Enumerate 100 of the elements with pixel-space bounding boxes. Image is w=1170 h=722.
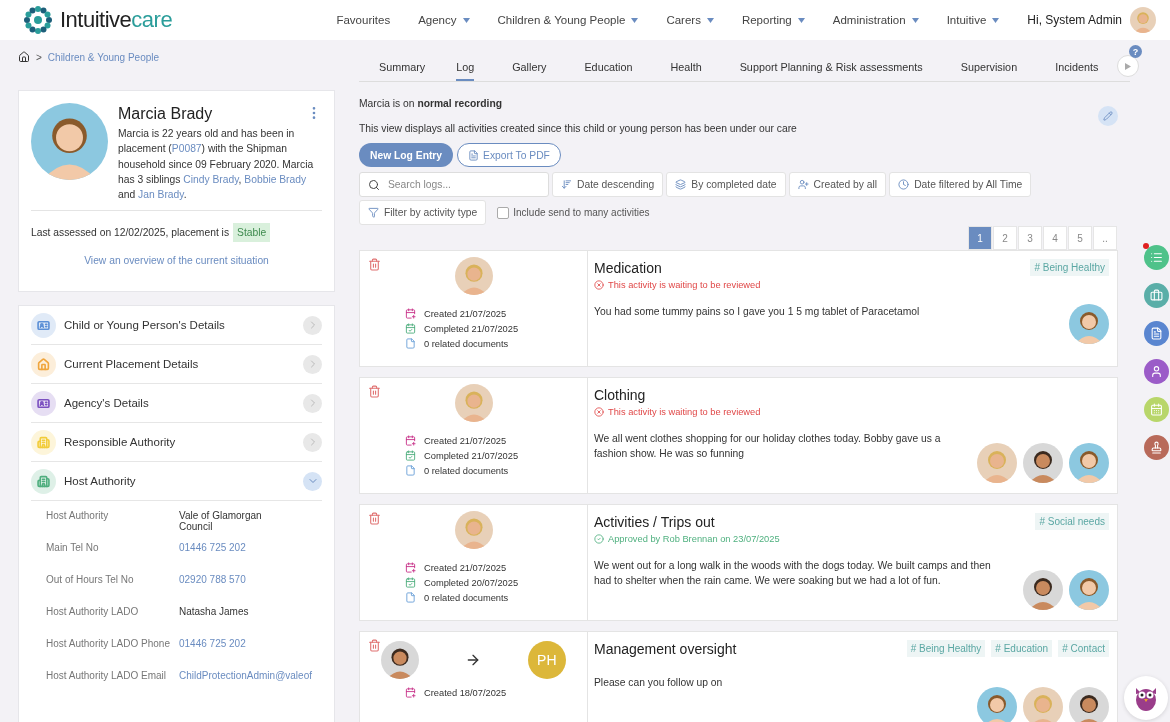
filter-button[interactable]: Filter by activity type (359, 200, 487, 225)
document-button[interactable] (1143, 321, 1169, 346)
export-button[interactable]: Export To PDF (457, 143, 561, 167)
entry-text: We went out for a long walk in the woods with the dogs today. We built camps and then had to shelter when the rain came. We were soaking but we had a lot of fun. (594, 559, 992, 588)
edit-button[interactable] (1098, 105, 1118, 126)
avatar (1023, 443, 1063, 483)
tab[interactable]: Summary (379, 61, 426, 81)
chevron-icon[interactable] (303, 472, 322, 491)
completed-date: Completed 21/07/2025 (424, 323, 519, 334)
trash-icon[interactable] (368, 639, 381, 652)
calendar-icon (405, 435, 416, 446)
calendar-check-icon (405, 450, 416, 461)
avatar (1023, 687, 1063, 722)
include-checkbox[interactable]: Include send to many activities (497, 206, 650, 219)
entry-title: Activities / Trips out (594, 514, 715, 530)
cross-circle-icon (594, 280, 604, 290)
profile-link[interactable]: Jan Brady (138, 189, 184, 201)
entry-text: Please can you follow up on (594, 676, 723, 690)
tab[interactable]: Health (670, 61, 702, 81)
tab[interactable]: Supervision (960, 61, 1018, 81)
tab[interactable]: Support Planning & Risk assessments (739, 61, 923, 81)
chevron-icon[interactable] (303, 355, 322, 374)
detail-link[interactable]: 01446 725 202 (179, 638, 322, 671)
chevron-icon[interactable] (303, 433, 322, 452)
calendar-icon (405, 562, 416, 573)
user-avatar (1130, 7, 1156, 33)
check-circle-icon (594, 534, 604, 544)
avatar (454, 384, 493, 422)
chevron-icon[interactable] (303, 394, 322, 413)
search-field[interactable]: Search logs... (359, 172, 549, 197)
calendar-button[interactable] (1143, 397, 1169, 422)
section-title: Responsible Authority (64, 436, 177, 449)
page-button[interactable]: 3 (1018, 226, 1042, 250)
detail-label: Host Authority LADO Email (46, 670, 168, 684)
initials-avatar: PH (527, 641, 566, 679)
chevron-icon[interactable] (303, 316, 322, 335)
status-badge: Stable (233, 223, 271, 243)
tab[interactable]: Incidents (1055, 61, 1099, 81)
list-button[interactable] (1143, 245, 1169, 270)
user-greeting: Hi, System Admin (1027, 13, 1122, 27)
user-add-icon (797, 179, 809, 190)
stamp-icon (1149, 441, 1163, 454)
stamp-button[interactable] (1143, 435, 1169, 460)
nav-item[interactable]: Intuitive (946, 14, 1000, 26)
nav-item[interactable]: Administration (832, 14, 919, 26)
page-button[interactable]: 5 (1068, 226, 1092, 250)
nav-item[interactable]: Favourites (336, 14, 391, 26)
tab[interactable]: Education (584, 61, 633, 81)
avatar (454, 511, 493, 549)
briefcase-button[interactable] (1143, 283, 1169, 308)
avatar (977, 443, 1017, 483)
trash-icon[interactable] (368, 258, 381, 271)
profile-link[interactable]: Cindy Brady (183, 173, 239, 185)
tab[interactable]: Gallery (512, 61, 547, 81)
created-date: Created 21/07/2025 (424, 308, 507, 319)
entry-text: You had some tummy pains so I gave you 1 5 mg tablet of Paracetamol (594, 305, 920, 319)
review-status: Approved by Rob Brennan on 23/07/2025 (608, 534, 780, 544)
page-button[interactable]: .. (1093, 226, 1117, 250)
overview-link[interactable]: View an overview of the current situation (31, 255, 322, 267)
detail-label: Host Authority (46, 510, 110, 524)
detail-value: Vale of Glamorgan Council (179, 510, 263, 535)
trash-icon[interactable] (368, 512, 381, 525)
briefcase-icon (1149, 289, 1163, 302)
pencil-icon (1103, 110, 1113, 121)
logo[interactable]: Intuitivecare (22, 4, 337, 36)
filter-button[interactable]: Date descending (552, 172, 664, 197)
avatar (381, 641, 420, 679)
nav-item[interactable]: Agency (418, 14, 470, 26)
assessment-text: Last assessed on 12/02/2025, placement is (31, 227, 230, 239)
section-title: Host Authority (64, 475, 137, 488)
notification-dot (1142, 243, 1149, 249)
tab[interactable]: Log (456, 61, 475, 81)
trash-icon[interactable] (368, 385, 381, 398)
person-button[interactable] (1143, 359, 1169, 384)
scroll-right-button[interactable] (1117, 55, 1140, 77)
page-button[interactable]: 4 (1043, 226, 1067, 250)
documents-count: 0 related documents (424, 465, 509, 476)
nav-item[interactable]: Carers (666, 14, 714, 26)
detail-label: Host Authority LADO Phone (46, 638, 171, 652)
detail-value: Natasha James (179, 606, 250, 620)
profile-link[interactable]: Bobbie Brady (244, 173, 307, 185)
person-icon (1149, 365, 1163, 378)
filter-button[interactable]: By completed date (666, 172, 786, 197)
documents-count: 0 related documents (424, 592, 509, 603)
filter-button[interactable]: Date filtered by All Time (889, 172, 1032, 197)
layers-icon (675, 179, 687, 190)
detail-link[interactable]: ChildProtectionAdmin@valeof (179, 670, 322, 703)
avatar (1023, 570, 1063, 610)
detail-label: Main Tel No (46, 542, 100, 556)
page-button[interactable]: 2 (993, 226, 1017, 250)
nav-item[interactable]: Children & Young People (497, 14, 639, 26)
detail-link[interactable]: 02920 788 570 (179, 574, 322, 607)
home-icon[interactable] (18, 51, 30, 63)
owl-button[interactable] (1124, 676, 1168, 720)
section-title: Current Placement Details (64, 358, 200, 371)
detail-link[interactable]: 01446 725 202 (179, 542, 322, 575)
created-date: Created 21/07/2025 (424, 435, 507, 446)
nav-item[interactable]: Reporting (741, 14, 805, 26)
filter-button[interactable]: Created by all (788, 172, 887, 197)
documents-count: 0 related documents (424, 338, 509, 349)
